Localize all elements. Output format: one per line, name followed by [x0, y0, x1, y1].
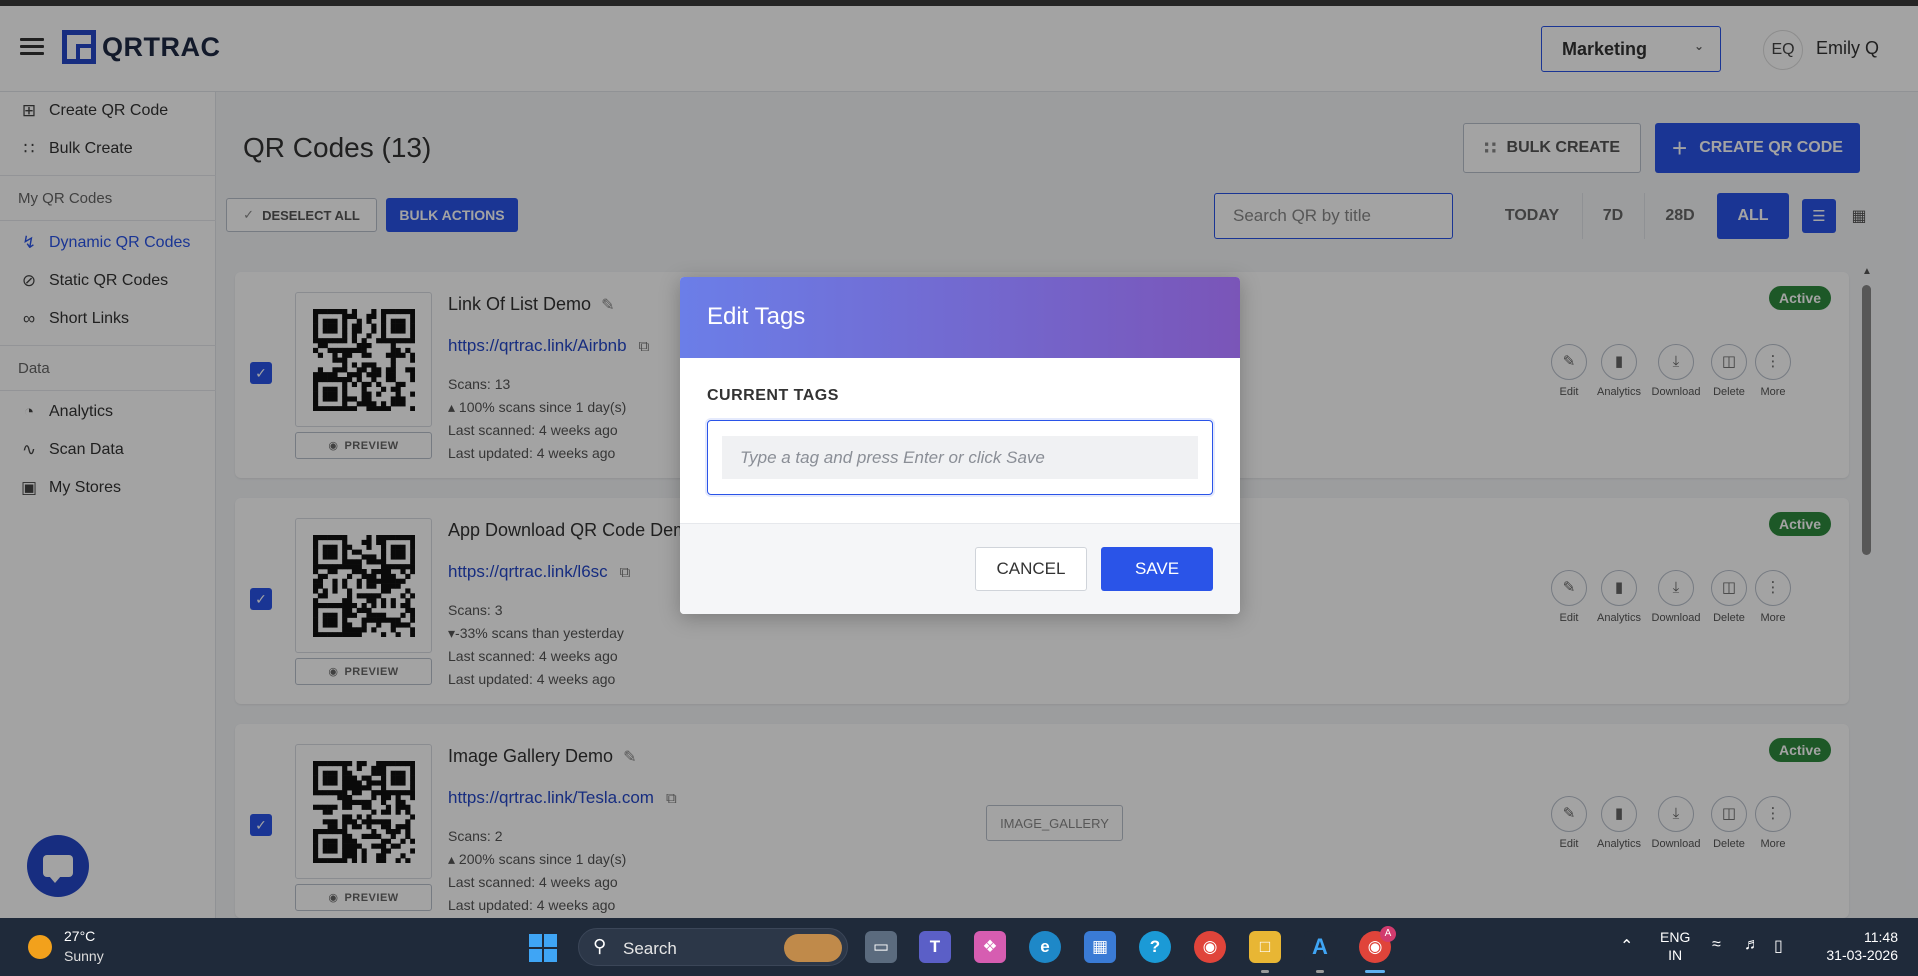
battery-icon[interactable]: ▯ [1774, 936, 1783, 956]
taskbar-search[interactable]: ⚲ Search [578, 928, 848, 966]
clock-date: 31-03-2026 [1826, 947, 1898, 963]
teams-icon[interactable]: T [919, 931, 951, 963]
running-indicator [1316, 970, 1324, 973]
language-line: ENG [1660, 929, 1691, 945]
copilot-icon[interactable]: ❖ [974, 931, 1006, 963]
search-icon: ⚲ [593, 936, 607, 956]
taskbar-search-label: Search [623, 939, 677, 958]
save-button[interactable]: SAVE [1101, 547, 1213, 591]
windows-start-icon[interactable] [529, 934, 557, 962]
cancel-button[interactable]: CANCEL [975, 547, 1087, 591]
os-taskbar: 27°C Sunny ⚲ Search ▭ T ❖ e ▦ ? ◉ □ A ◉ … [0, 918, 1918, 976]
modal-title: Edit Tags [707, 303, 806, 330]
search-highlight-image [784, 934, 842, 962]
weather-condition[interactable]: Sunny [64, 948, 104, 964]
wifi-icon[interactable]: ≈ [1712, 936, 1721, 954]
file-explorer-icon[interactable]: □ [1249, 931, 1281, 963]
edit-tags-modal: Edit Tags CURRENT TAGS CANCEL SAVE [680, 277, 1240, 614]
chevron-up-icon[interactable]: ⌃ [1620, 936, 1633, 956]
edge-browser-icon[interactable]: e [1029, 931, 1061, 963]
clock[interactable]: 11:48 31-03-2026 [1818, 928, 1898, 964]
current-tags-label: CURRENT TAGS [707, 387, 839, 404]
sun-icon[interactable] [28, 935, 52, 959]
store-icon[interactable]: ▦ [1084, 931, 1116, 963]
profile-badge: A [1380, 926, 1396, 942]
task-view-icon[interactable]: ▭ [865, 931, 897, 963]
clock-time: 11:48 [1864, 929, 1898, 945]
help-icon[interactable]: ? [1139, 931, 1171, 963]
app-a-icon[interactable]: A [1304, 931, 1336, 963]
tag-field[interactable] [707, 420, 1213, 495]
language-indicator[interactable]: ENG IN [1660, 928, 1690, 964]
active-indicator [1365, 970, 1385, 973]
weather-temperature[interactable]: 27°C [64, 928, 95, 944]
running-indicator [1261, 970, 1269, 973]
speaker-icon[interactable]: ♬ [1744, 936, 1760, 954]
modal-header: Edit Tags [680, 277, 1240, 358]
chrome-icon[interactable]: ◉ [1194, 931, 1226, 963]
region-line: IN [1668, 947, 1683, 963]
tag-input[interactable] [722, 436, 1198, 479]
modal-footer: CANCEL SAVE [680, 523, 1240, 614]
